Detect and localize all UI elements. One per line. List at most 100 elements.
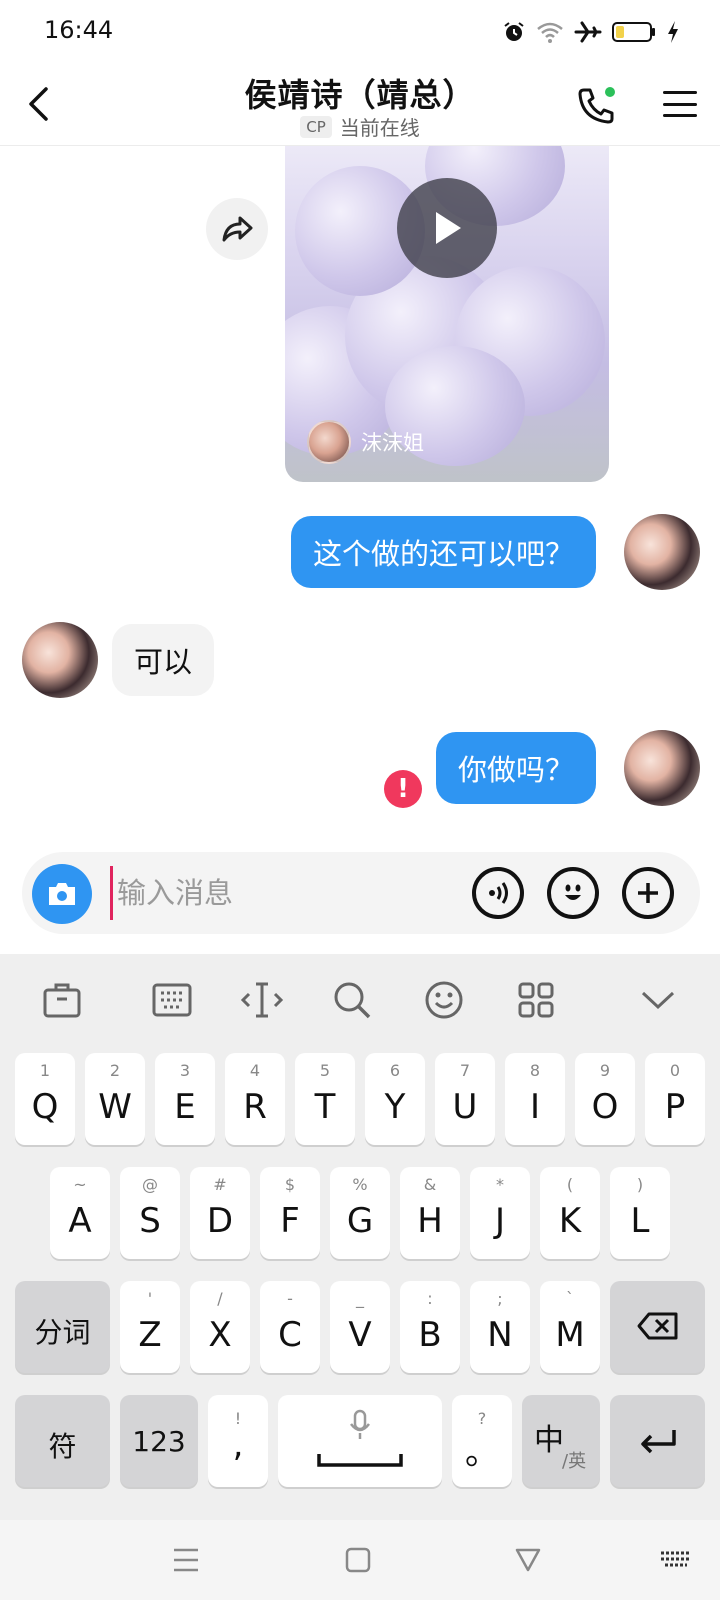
segment-key[interactable]: 分词: [15, 1281, 110, 1373]
key-j[interactable]: * J: [470, 1167, 530, 1259]
nav-back-button[interactable]: [508, 1540, 548, 1580]
key-x[interactable]: / X: [190, 1281, 250, 1373]
key-hint: ': [147, 1289, 153, 1308]
key-label: H: [417, 1201, 443, 1241]
key-label: Z: [138, 1315, 162, 1355]
key-h[interactable]: & H: [400, 1167, 460, 1259]
message-composer: [22, 852, 700, 934]
cp-badge: CP: [300, 115, 332, 138]
backspace-key[interactable]: [610, 1281, 705, 1373]
voice-button[interactable]: [472, 867, 524, 919]
key-l[interactable]: ) L: [610, 1167, 670, 1259]
camera-button[interactable]: [32, 864, 92, 924]
key-label: 中: [534, 1423, 564, 1458]
key-d[interactable]: # D: [190, 1167, 250, 1259]
key-label: P: [664, 1087, 686, 1127]
message-bubble-in[interactable]: 可以: [112, 624, 215, 696]
forward-button[interactable]: [206, 198, 268, 260]
status-icons: [502, 16, 680, 48]
keyboard-icon: [661, 1551, 691, 1567]
key-hint: 2: [109, 1061, 121, 1080]
chat-area[interactable]: 沫沫姐 这个做的还可以吧？ 可以 ! 你做吗？: [0, 146, 720, 946]
status-bar: 16:44: [0, 0, 720, 64]
video-message[interactable]: 沫沫姐: [285, 146, 609, 482]
key-k[interactable]: (K: [540, 1167, 600, 1259]
period-key[interactable]: ?。: [452, 1395, 512, 1487]
key-a[interactable]: ~ A: [50, 1167, 110, 1259]
key-s[interactable]: @ S: [120, 1167, 180, 1259]
key-label: A: [68, 1201, 92, 1241]
emoji-button[interactable]: [547, 867, 599, 919]
enter-key[interactable]: [610, 1395, 705, 1487]
nav-home-button[interactable]: [338, 1540, 378, 1580]
space-key[interactable]: [278, 1395, 442, 1487]
menu-line: [663, 114, 697, 117]
key-hint: 9: [599, 1061, 611, 1080]
key-label: M: [555, 1315, 585, 1355]
symbol-key[interactable]: 符: [15, 1395, 110, 1487]
language-switch-key[interactable]: 中 /英: [522, 1395, 600, 1487]
call-button[interactable]: [574, 84, 618, 128]
key-i[interactable]: 8I: [505, 1053, 565, 1145]
key-e[interactable]: 3E: [155, 1053, 215, 1145]
smiley-icon: [425, 981, 463, 1019]
plus-icon: [638, 883, 658, 903]
contact-avatar[interactable]: [22, 622, 98, 698]
key-r[interactable]: 4R: [225, 1053, 285, 1145]
number-key[interactable]: 123: [120, 1395, 198, 1487]
key-t[interactable]: 5T: [295, 1053, 355, 1145]
play-button[interactable]: [397, 178, 497, 278]
message-input[interactable]: [110, 866, 450, 920]
nav-menu-button[interactable]: [166, 1540, 206, 1580]
my-avatar[interactable]: [624, 730, 700, 806]
key-f[interactable]: $ F: [260, 1167, 320, 1259]
key-hint: _: [356, 1289, 364, 1308]
key-o[interactable]: 9O: [575, 1053, 635, 1145]
search-button[interactable]: [330, 978, 374, 1022]
keyboard-switch-button[interactable]: [150, 978, 194, 1022]
video-author: 沫沫姐: [307, 420, 424, 464]
key-m[interactable]: ` M: [540, 1281, 600, 1373]
key-label: I: [529, 1087, 541, 1127]
keyboard-icon: [152, 983, 192, 1017]
message-bubble-out[interactable]: 这个做的还可以吧？: [290, 516, 596, 588]
nav-keyboard-button[interactable]: [656, 1540, 696, 1580]
key-hint: 5: [319, 1061, 331, 1080]
grid-icon: [518, 982, 554, 1018]
key-w[interactable]: 2W: [85, 1053, 145, 1145]
key-hint: $: [284, 1175, 296, 1194]
backspace-icon: [637, 1312, 678, 1340]
key-z[interactable]: ' Z: [120, 1281, 180, 1373]
microphone-icon: [350, 1409, 370, 1439]
key-v[interactable]: _ V: [330, 1281, 390, 1373]
key-sublabel: /英: [562, 1451, 587, 1472]
chevron-down-icon: [641, 991, 675, 1010]
my-avatar[interactable]: [624, 514, 700, 590]
key-hint: ): [636, 1175, 644, 1194]
collapse-keyboard-button[interactable]: [636, 978, 680, 1022]
key-u[interactable]: 7U: [435, 1053, 495, 1145]
key-y[interactable]: 6Y: [365, 1053, 425, 1145]
home-square-icon: [345, 1547, 371, 1573]
apps-button[interactable]: [514, 978, 558, 1022]
key-b[interactable]: :B: [400, 1281, 460, 1373]
send-failed-icon[interactable]: !: [384, 770, 422, 808]
menu-icon: [174, 1548, 198, 1572]
key-c[interactable]: -C: [260, 1281, 320, 1373]
add-button[interactable]: [622, 867, 674, 919]
key-hint: (: [566, 1175, 574, 1194]
key-q[interactable]: 1Q: [15, 1053, 75, 1145]
key-hint: ~: [73, 1175, 87, 1194]
toolbox-button[interactable]: [40, 978, 84, 1022]
menu-button[interactable]: [660, 86, 700, 122]
cursor-button[interactable]: [240, 978, 284, 1022]
key-g[interactable]: % G: [330, 1167, 390, 1259]
emoji-keyboard-button[interactable]: [422, 978, 466, 1022]
charging-icon: [668, 21, 678, 43]
comma-key[interactable]: !,: [208, 1395, 268, 1487]
key-p[interactable]: 0P: [645, 1053, 705, 1145]
key-label: L: [630, 1201, 650, 1241]
message-bubble-out[interactable]: 你做吗？: [435, 732, 596, 804]
key-label: N: [487, 1315, 513, 1355]
key-n[interactable]: ; N: [470, 1281, 530, 1373]
